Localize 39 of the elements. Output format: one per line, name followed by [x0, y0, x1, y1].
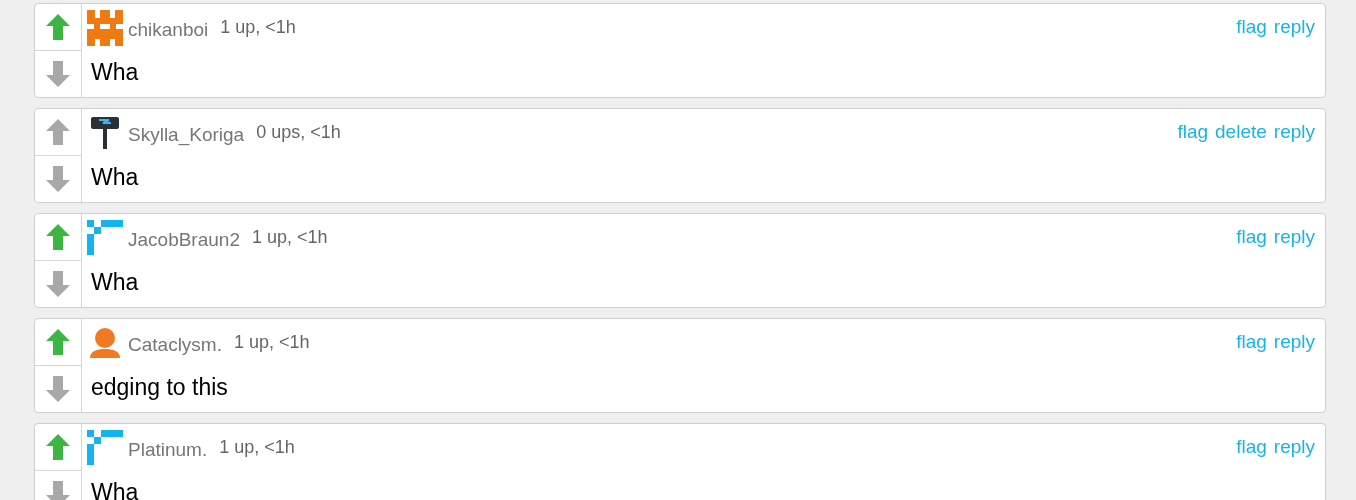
action-link[interactable]: reply — [1273, 328, 1315, 357]
username-link[interactable]: Cataclysm. — [128, 331, 222, 360]
upvote-icon — [45, 223, 71, 251]
comment-text: Wha — [91, 164, 139, 190]
username-link[interactable]: chikanboi — [128, 16, 209, 45]
comment-meta: 1 up, <1h — [219, 436, 295, 459]
action-link[interactable]: flag — [1236, 433, 1267, 462]
action-link[interactable]: flag — [1236, 328, 1267, 357]
comment-text: Wha — [91, 269, 139, 295]
username-link[interactable]: JacobBraun2 — [128, 226, 240, 255]
username-link[interactable]: Platinum. — [128, 436, 208, 465]
pixel-icon — [87, 429, 123, 466]
castle-icon — [87, 9, 123, 46]
upvote-icon — [45, 118, 71, 146]
action-link[interactable]: flag — [1236, 13, 1267, 42]
upvote-icon — [45, 328, 71, 356]
downvote-icon — [45, 165, 71, 193]
comment-text: edging to this — [91, 374, 228, 400]
comment-text: Wha — [91, 59, 139, 85]
comment-text: Wha — [91, 479, 139, 500]
action-link[interactable]: reply — [1273, 433, 1315, 462]
pixel-icon — [87, 219, 123, 256]
downvote-icon — [45, 480, 71, 500]
action-link[interactable]: reply — [1273, 223, 1315, 252]
comment-meta: 1 up, <1h — [251, 226, 328, 249]
downvote-icon — [45, 60, 71, 88]
comment-meta: 1 up, <1h — [233, 331, 310, 354]
downvote-icon — [45, 270, 71, 298]
username-link[interactable]: Skylla_Koriga — [128, 121, 245, 150]
comment-meta: 1 up, <1h — [220, 16, 296, 39]
action-link[interactable]: flag — [1177, 118, 1209, 147]
action-link[interactable]: delete — [1215, 118, 1267, 147]
upvote-icon — [45, 433, 71, 461]
upvote-icon — [45, 13, 71, 41]
downvote-icon — [45, 375, 71, 403]
action-link[interactable]: reply — [1273, 118, 1315, 147]
comment-meta: 0 ups, <1h — [256, 121, 341, 144]
action-link[interactable]: flag — [1236, 223, 1267, 252]
action-link[interactable]: reply — [1273, 13, 1315, 42]
